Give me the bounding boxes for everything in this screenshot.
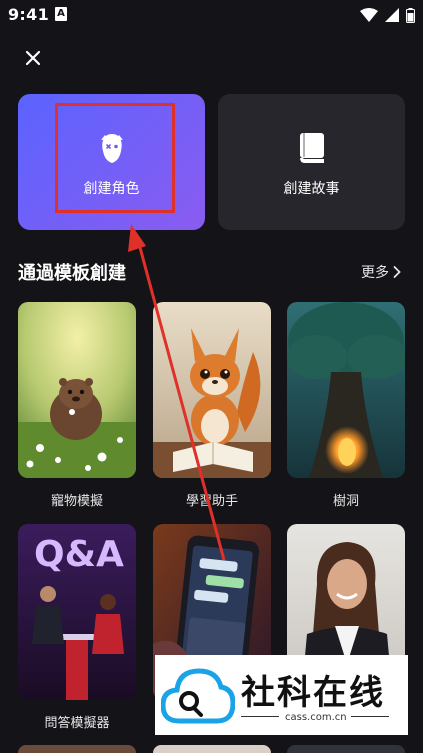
watermark: 社科在线 cass.com.cn — [155, 655, 408, 735]
annotation-arrow — [128, 224, 226, 561]
watermark-url: cass.com.cn — [285, 712, 347, 723]
cloud-logo — [161, 668, 235, 724]
watermark-title: 社科在线 — [241, 673, 385, 713]
